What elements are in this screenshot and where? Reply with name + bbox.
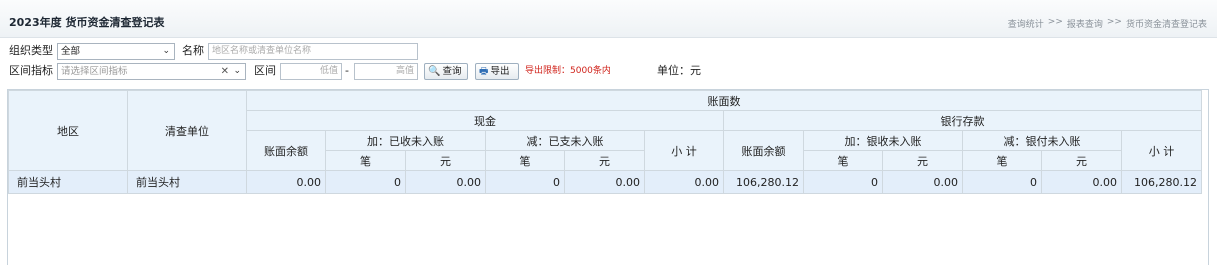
range-dash: -: [345, 64, 349, 77]
cell-bank-add-amount: 0.00: [882, 170, 963, 194]
col-header-bank-sub: 减：银付未入账: [962, 130, 1122, 151]
cell-cash-balance: 0.00: [246, 170, 326, 194]
range-indicator-placeholder: 请选择区间指标: [61, 66, 128, 77]
range-low-input[interactable]: 低值: [280, 63, 342, 80]
export-button-label: 导出: [490, 66, 510, 77]
org-type-value: 全部: [61, 46, 81, 57]
page-title: 2023年度 货币资金清查登记表: [9, 16, 165, 29]
table-row[interactable]: 前当头村 前当头村 0.00 0 0.00 0 0.00 0.00 106,28…: [8, 170, 1202, 194]
unit-text: 单位：元: [657, 64, 701, 77]
title-bar: 2023年度 货币资金清查登记表 查询统计 >> 报表查询 >> 货币资金清查登…: [0, 0, 1217, 38]
breadcrumb-current: 货币资金清查登记表: [1125, 20, 1207, 30]
cell-bank-subtotal: 106,280.12: [1121, 170, 1202, 194]
col-header-region: 地区: [8, 90, 128, 171]
range-high-input[interactable]: 高值: [354, 63, 418, 80]
filter-row-1: 组织类型 全部 ⌄ 名称 地区名称或清查单位名称: [0, 42, 1217, 62]
register-table: 地区 清查单位 账面数 现金 银行存款 账面余额 加：已收未入账 减：已支未入账…: [8, 90, 1202, 194]
col-header-count: 笔: [485, 150, 565, 171]
cell-bank-sub-count: 0: [962, 170, 1042, 194]
cell-cash-add-count: 0: [325, 170, 406, 194]
col-header-cash-balance: 账面余额: [246, 130, 326, 171]
col-header-yuan: 元: [882, 150, 963, 171]
export-icon: 🖶: [479, 66, 489, 77]
query-button[interactable]: 🔍 查询: [424, 63, 468, 80]
export-limit-text: 导出限制：5000条内: [525, 66, 611, 76]
name-input[interactable]: 地区名称或清查单位名称: [208, 43, 418, 60]
name-label: 名称: [182, 44, 204, 57]
cell-bank-balance: 106,280.12: [723, 170, 804, 194]
search-icon: 🔍: [428, 66, 441, 77]
range-indicator-select[interactable]: 请选择区间指标 ✕ ⌄: [57, 63, 246, 80]
breadcrumb: 查询统计 >> 报表查询 >> 货币资金清查登记表: [1008, 17, 1207, 30]
filter-row-2: 区间指标 请选择区间指标 ✕ ⌄ 区间 低值 - 高值 🔍 查询 🖶 导出 导出…: [0, 62, 1217, 82]
data-grid: 地区 清查单位 账面数 现金 银行存款 账面余额 加：已收未入账 减：已支未入账…: [7, 89, 1209, 265]
col-header-cash-add: 加：已收未入账: [325, 130, 486, 151]
col-header-book: 账面数: [246, 90, 1202, 111]
export-button[interactable]: 🖶 导出: [475, 63, 519, 80]
col-header-cash-subtotal: 小 计: [644, 130, 724, 171]
col-header-bank-balance: 账面余额: [723, 130, 804, 171]
org-type-label: 组织类型: [9, 44, 53, 57]
cell-bank-sub-amount: 0.00: [1041, 170, 1122, 194]
breadcrumb-separator: >>: [1047, 17, 1063, 27]
cell-cash-subtotal: 0.00: [644, 170, 724, 194]
breadcrumb-report-query[interactable]: 报表查询: [1067, 17, 1103, 30]
col-header-count: 笔: [803, 150, 883, 171]
chevron-down-icon: ⌄: [162, 46, 170, 56]
cell-cash-sub-amount: 0.00: [564, 170, 645, 194]
range-label: 区间: [254, 64, 276, 77]
cell-cash-add-amount: 0.00: [405, 170, 486, 194]
col-header-unit: 清查单位: [127, 90, 247, 171]
org-type-select[interactable]: 全部 ⌄: [57, 43, 175, 60]
col-header-yuan: 元: [564, 150, 645, 171]
col-header-bank: 银行存款: [723, 110, 1202, 131]
col-header-bank-add: 加：银收未入账: [803, 130, 963, 151]
col-header-cash-sub: 减：已支未入账: [485, 130, 645, 151]
col-header-yuan: 元: [405, 150, 486, 171]
cell-region: 前当头村: [8, 170, 128, 194]
clear-icon[interactable]: ✕: [221, 64, 229, 79]
col-header-cash: 现金: [246, 110, 724, 131]
breadcrumb-separator: >>: [1106, 17, 1122, 27]
range-indicator-label: 区间指标: [9, 64, 53, 77]
chevron-down-icon: ⌄: [233, 66, 241, 76]
cell-bank-add-count: 0: [803, 170, 883, 194]
cell-unit: 前当头村: [127, 170, 247, 194]
col-header-count: 笔: [325, 150, 406, 171]
cell-cash-sub-count: 0: [485, 170, 565, 194]
breadcrumb-query-stats[interactable]: 查询统计: [1008, 17, 1044, 30]
col-header-yuan: 元: [1041, 150, 1122, 171]
col-header-count: 笔: [962, 150, 1042, 171]
col-header-bank-subtotal: 小 计: [1121, 130, 1202, 171]
query-button-label: 查询: [442, 66, 462, 77]
